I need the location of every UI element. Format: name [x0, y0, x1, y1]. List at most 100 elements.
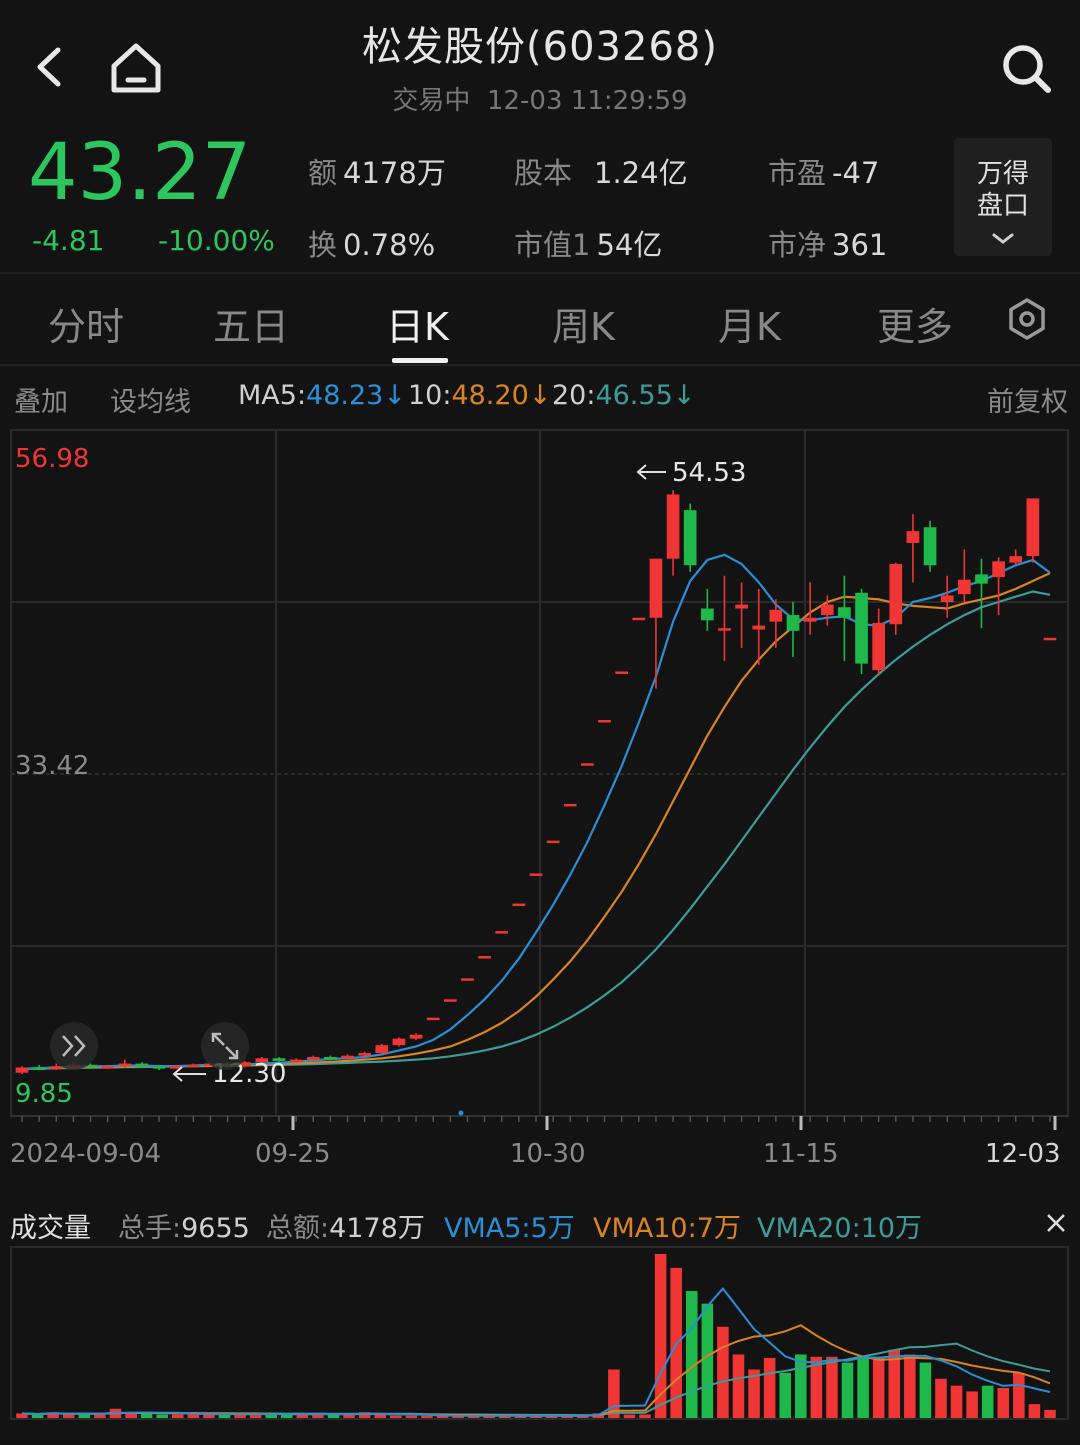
- candle-body: [872, 622, 886, 671]
- candle-body: [426, 1017, 440, 1021]
- candle-body: [906, 531, 920, 543]
- candle: [461, 978, 474, 981]
- candle-body: [649, 558, 663, 618]
- stat-label: 市值1: [514, 228, 591, 262]
- volume-bar: [1044, 1409, 1056, 1418]
- ma5-label: MA5:: [238, 380, 307, 411]
- tab-more[interactable]: 更多: [877, 296, 953, 351]
- volume-bar: [31, 1414, 44, 1418]
- tab-intraday[interactable]: 分时: [48, 296, 124, 351]
- volume-bar: [732, 1354, 745, 1418]
- volume-bar: [623, 1414, 636, 1418]
- candle: [546, 840, 560, 844]
- volume-bar: [841, 1362, 854, 1418]
- ma10-label: 10:: [408, 380, 452, 411]
- stat-pb: 市净 361: [768, 222, 887, 264]
- volume-bar: [685, 1290, 698, 1418]
- stat-value: 1.24亿: [594, 156, 688, 190]
- total-amount-value: 4178万: [329, 1213, 425, 1244]
- candle: [478, 956, 491, 959]
- volume-bar: [966, 1391, 978, 1418]
- candle-body: [718, 628, 731, 631]
- candle: [786, 601, 800, 658]
- candle-body: [683, 510, 697, 566]
- candle: [940, 575, 954, 618]
- candle: [409, 1033, 423, 1040]
- wind-button-line2: 盘口: [976, 191, 1029, 221]
- tab-five-day[interactable]: 五日: [213, 296, 289, 351]
- adjust-mode-button[interactable]: 前复权: [987, 380, 1068, 419]
- candle: [975, 558, 988, 629]
- ma10-value: 10:48.20↓: [408, 380, 551, 411]
- candle-body: [1026, 498, 1040, 557]
- volume-bar: [701, 1303, 714, 1418]
- candle-body: [940, 595, 954, 602]
- candle-body: [358, 1053, 372, 1056]
- candle-body: [186, 1064, 200, 1068]
- settings-icon[interactable]: [1004, 296, 1050, 342]
- candle-body: [49, 1066, 63, 1069]
- candle: [375, 1043, 389, 1055]
- candle: [1026, 498, 1040, 563]
- down-arrow-icon: ↓: [383, 380, 406, 411]
- candle-body: [546, 840, 560, 844]
- candle: [495, 931, 509, 934]
- candle-body: [375, 1045, 389, 1054]
- candle-body: [392, 1038, 406, 1046]
- volume-bar: [935, 1378, 947, 1418]
- x-tick-label: 12-03: [985, 1139, 1061, 1169]
- kline-chart[interactable]: 56.98 33.42 9.85 54.53 12.30 2024-09-04 …: [0, 428, 1080, 1173]
- candle: [426, 1017, 440, 1021]
- candle: [872, 608, 886, 675]
- candle-body: [581, 763, 594, 766]
- stat-pe: 市盈 -47: [768, 150, 879, 192]
- candle-body: [495, 931, 509, 934]
- volume-bar: [390, 1415, 402, 1418]
- vma5-value: VMA5:5万: [444, 1213, 575, 1244]
- ma10-number: 48.20: [451, 380, 529, 411]
- y-mid-label: 33.42: [15, 751, 89, 781]
- wind-button-line1: 万得: [976, 159, 1029, 189]
- volume-bar: [904, 1354, 916, 1418]
- candle: [324, 1055, 337, 1060]
- price-change-percent: -10.00%: [158, 224, 275, 257]
- volume-header: 成交量 总手:9655 总额:4178万 VMA5:5万 VMA10:7万 VM…: [0, 1200, 1080, 1244]
- candle-body: [838, 607, 851, 618]
- wind-orderbook-button[interactable]: 万得 盘口: [954, 138, 1052, 256]
- stat-label: 股本: [514, 156, 573, 190]
- candles: [15, 490, 1057, 1075]
- set-ma-button[interactable]: 设均线: [110, 380, 191, 419]
- candle: [615, 671, 629, 674]
- candle-body: [889, 563, 903, 625]
- ma20-label: 20:: [552, 380, 596, 411]
- volume-bar: [94, 1414, 106, 1418]
- candle-body: [666, 494, 680, 559]
- tab-weekly-k[interactable]: 周K: [552, 296, 615, 351]
- total-hands-label: 总手:: [118, 1213, 182, 1244]
- stat-label: 市盈: [768, 156, 827, 190]
- expand-left-icon[interactable]: [50, 1022, 98, 1070]
- candle-body: [512, 903, 526, 907]
- candle: [598, 719, 611, 723]
- candle: [769, 599, 783, 648]
- close-icon[interactable]: [1045, 1212, 1067, 1234]
- tab-monthly-k[interactable]: 月K: [718, 296, 781, 351]
- candle-body: [700, 608, 714, 621]
- candle: [529, 873, 543, 876]
- y-max-label: 56.98: [15, 444, 89, 474]
- search-icon[interactable]: [998, 40, 1056, 98]
- stat-label: 额: [308, 156, 338, 190]
- volume-chart[interactable]: [0, 1246, 1080, 1422]
- volume-bar: [872, 1356, 885, 1418]
- candle: [392, 1037, 406, 1047]
- fullscreen-icon[interactable]: [201, 1022, 249, 1070]
- volume-bar: [919, 1362, 932, 1418]
- candle: [1043, 637, 1057, 641]
- chevron-down-icon: [992, 233, 1014, 244]
- candle: [186, 1063, 200, 1068]
- tab-daily-k[interactable]: 日K: [386, 296, 449, 351]
- vma10-value: VMA10:7万: [593, 1213, 741, 1244]
- candle-body: [15, 1067, 29, 1073]
- volume-bar: [156, 1414, 168, 1418]
- overlay-button[interactable]: 叠加: [14, 380, 68, 419]
